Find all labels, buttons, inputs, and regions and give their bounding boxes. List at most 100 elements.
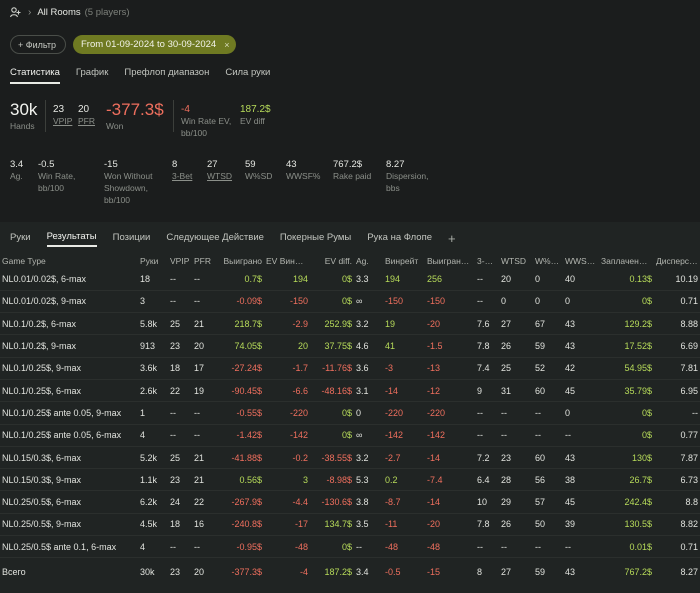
table-row[interactable]: NL0.1/0.25$ ante 0.05, 6-max 4 -- -- -1.42$ -… <box>0 424 700 447</box>
table-cell: -- <box>499 424 533 447</box>
table-cell: 60 <box>533 379 563 403</box>
table-row[interactable]: NL0.1/0.2$, 9-max 913 23 20 74.05$ 20 37.75$ 4.… <box>0 334 700 358</box>
add-tab-icon[interactable]: + <box>448 232 456 245</box>
column-header[interactable]: Game Type <box>0 254 138 268</box>
table-cell: -13 <box>425 357 475 380</box>
column-header[interactable]: Ag. <box>354 254 383 268</box>
stat-3bet: 8 3-Bet <box>172 159 193 181</box>
tab-graph[interactable]: График <box>76 67 108 84</box>
column-header[interactable]: WTSD <box>499 254 533 268</box>
table-cell: 18 <box>138 268 168 291</box>
table-cell: 20 <box>192 334 220 358</box>
column-header[interactable]: Выиграно без вскрытия <box>425 254 475 268</box>
table-cell: 59 <box>533 334 563 358</box>
table-cell: -- <box>563 535 599 559</box>
table-row[interactable]: NL0.1/0.25$, 9-max 3.6k 18 17 -27.24$ -1.7 -11… <box>0 357 700 380</box>
table-total-row[interactable]: Всего 30k 23 20 -377.3$ -4 187.2$ 3.4 -0.5 -15 8 27… <box>0 557 700 586</box>
table-cell: -48 <box>383 535 425 559</box>
table-cell: -- <box>475 401 499 425</box>
table-cell: 31 <box>499 379 533 403</box>
room-title[interactable]: All Rooms <box>37 7 80 18</box>
table-cell: 3.4 <box>354 557 383 586</box>
game-type-cell: NL0.1/0.25$ ante 0.05, 6-max <box>0 424 138 447</box>
table-cell: -150 <box>264 290 310 314</box>
table-row[interactable]: NL0.15/0.3$, 6-max 5.2k 25 21 -41.88$ -0.2 -38… <box>0 446 700 470</box>
table-cell: 10.19 <box>654 268 700 291</box>
column-header[interactable]: Дисперсия <box>654 254 700 268</box>
add-filter-button[interactable]: + Фильтр <box>10 35 66 54</box>
table-cell: 4 <box>138 535 168 559</box>
table-cell: 0$ <box>310 401 354 425</box>
table-row[interactable]: NL0.25/0.5$ ante 0.1, 6-max 4 -- -- -0.95$ -4… <box>0 535 700 559</box>
table-cell: 37.75$ <box>310 334 354 358</box>
stats-tabs: Статистика График Префлоп диапазон Сила … <box>10 67 270 84</box>
table-cell: 43 <box>563 334 599 358</box>
tab-poker-rooms[interactable]: Покерные Румы <box>280 232 351 246</box>
column-header[interactable]: EV Винрейт <box>264 254 310 268</box>
table-row[interactable]: NL0.01/0.02$, 6-max 18 -- -- 0.7$ 194 0$ 3.3 194… <box>0 268 700 291</box>
column-header[interactable]: W%SD <box>533 254 563 268</box>
table-cell: -38.55$ <box>310 446 354 470</box>
tab-statistics[interactable]: Статистика <box>10 67 60 84</box>
tab-preflop-range[interactable]: Префлоп диапазон <box>124 67 209 84</box>
table-cell: 913 <box>138 334 168 358</box>
table-cell: 19 <box>192 379 220 403</box>
table-cell: 43 <box>563 446 599 470</box>
table-cell: -- <box>654 401 700 425</box>
column-header[interactable]: EV diff. <box>310 254 354 268</box>
table-cell: -- <box>192 401 220 425</box>
players-icon[interactable] <box>10 6 24 18</box>
divider <box>45 100 46 132</box>
close-icon[interactable]: × <box>224 40 229 50</box>
table-cell: -90.45$ <box>220 379 264 403</box>
table-cell: -8.98$ <box>310 468 354 492</box>
table-cell: -- <box>354 535 383 559</box>
table-cell: -0.55$ <box>220 401 264 425</box>
table-cell: 17 <box>192 357 220 380</box>
table-cell: 0.01$ <box>599 535 654 559</box>
game-type-cell: NL0.01/0.02$, 6-max <box>0 268 138 291</box>
tab-next-action[interactable]: Следующее Действие <box>166 232 264 246</box>
tab-hands[interactable]: Руки <box>10 232 31 246</box>
column-header[interactable]: 3-Бет <box>475 254 499 268</box>
table-row[interactable]: NL0.15/0.3$, 9-max 1.1k 23 21 0.56$ 3 -8.98$ 5.… <box>0 468 700 492</box>
column-header[interactable]: Руки <box>138 254 168 268</box>
table-cell: -1.42$ <box>220 424 264 447</box>
column-header[interactable]: Заплаченный рейк <box>599 254 654 268</box>
table-cell: -- <box>168 401 192 425</box>
table-cell: -150 <box>425 290 475 314</box>
column-header[interactable]: Винрейт <box>383 254 425 268</box>
table-cell: 60 <box>533 446 563 470</box>
table-cell: -- <box>533 535 563 559</box>
table-row[interactable]: NL0.01/0.02$, 9-max 3 -- -- -0.09$ -150 0$ ∞ -15… <box>0 290 700 314</box>
table-cell: -377.3$ <box>220 557 264 586</box>
table-cell: -3 <box>383 357 425 380</box>
table-cell: -130.6$ <box>310 490 354 514</box>
tab-results[interactable]: Результаты <box>46 231 97 247</box>
table-cell: 16 <box>192 513 220 537</box>
column-header[interactable]: VPIP <box>168 254 192 268</box>
column-header[interactable]: Выиграно <box>220 254 264 268</box>
table-row[interactable]: NL0.1/0.25$, 6-max 2.6k 22 19 -90.45$ -6.6 -48… <box>0 379 700 403</box>
table-cell: 8 <box>475 557 499 586</box>
stat-won-without-showdown: -15 Won Without Showdown, bb/100 <box>104 159 153 205</box>
table-cell: -20 <box>425 312 475 336</box>
date-filter-chip[interactable]: From 01-09-2024 to 30-09-2024 × <box>73 35 237 54</box>
table-cell: 194 <box>383 268 425 291</box>
table-row[interactable]: NL0.25/0.5$, 6-max 6.2k 24 22 -267.9$ -4.4 -13… <box>0 490 700 514</box>
column-header[interactable]: WWSF% <box>563 254 599 268</box>
table-row[interactable]: NL0.25/0.5$, 9-max 4.5k 18 16 -240.8$ -17 134.… <box>0 513 700 537</box>
tab-positions[interactable]: Позиции <box>113 232 151 246</box>
tab-hand-on-flop[interactable]: Рука на Флопе <box>367 232 432 246</box>
column-header[interactable]: PFR <box>192 254 220 268</box>
table-row[interactable]: NL0.1/0.25$ ante 0.05, 9-max 1 -- -- -0.55$ -… <box>0 401 700 425</box>
tab-hand-strength[interactable]: Сила руки <box>225 67 270 84</box>
table-cell: 24 <box>168 490 192 514</box>
table-row[interactable]: NL0.1/0.2$, 6-max 5.8k 25 21 218.7$ -2.9 252.9… <box>0 312 700 336</box>
table-cell: -0.95$ <box>220 535 264 559</box>
table-cell: -7.4 <box>425 468 475 492</box>
table-cell: 218.7$ <box>220 312 264 336</box>
table-cell: 23 <box>168 468 192 492</box>
date-range-label: From 01-09-2024 to 30-09-2024 <box>81 39 217 50</box>
table-cell: 3 <box>138 290 168 314</box>
